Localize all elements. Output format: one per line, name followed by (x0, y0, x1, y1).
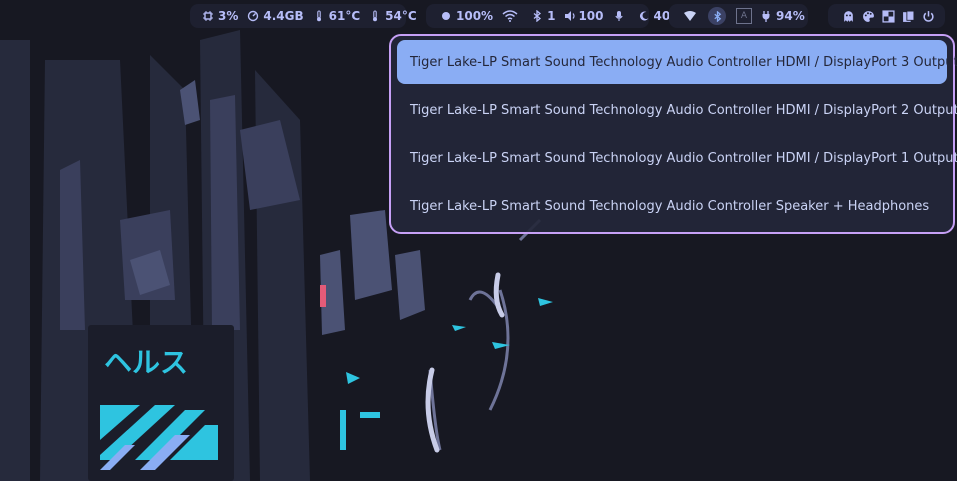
plug-icon (760, 10, 772, 22)
top-bar: 3% 4.4GB 61°C 54°C 100% 1 100 40 A 94% (0, 0, 957, 34)
microphone-module[interactable] (613, 10, 629, 22)
cpu-module[interactable]: 3% (202, 9, 238, 23)
checkerboard-icon[interactable] (880, 8, 896, 24)
thermometer-icon (313, 10, 325, 22)
mic-level-module[interactable]: 40 (638, 9, 671, 23)
wifi-signal-icon (683, 10, 697, 22)
speaker-icon (564, 10, 576, 22)
clipboard-icon[interactable] (900, 8, 916, 24)
bluetooth-count: 1 (547, 9, 556, 23)
ghost-icon[interactable] (840, 8, 856, 24)
audio-output-menu: Tiger Lake-LP Smart Sound Technology Aud… (389, 34, 957, 234)
audio-output-item[interactable]: Tiger Lake-LP Smart Sound Technology Aud… (397, 136, 957, 180)
bluetooth-module[interactable]: 1 (531, 9, 555, 23)
brightness-value: 100% (456, 9, 494, 23)
cpu-temp-module[interactable]: 61°C (313, 9, 361, 23)
media-group: 100% 1 100 40 (426, 4, 670, 28)
bluetooth-tray-icon (708, 7, 726, 25)
audio-output-item[interactable]: Tiger Lake-LP Smart Sound Technology Aud… (397, 184, 947, 228)
quick-actions-group (828, 4, 945, 28)
cpu-usage: 3% (218, 9, 239, 23)
gpu-temperature: 54°C (385, 9, 417, 23)
wifi-module[interactable] (502, 10, 522, 22)
cpu-icon (202, 10, 214, 22)
system-stats-group: 3% 4.4GB 61°C 54°C (190, 4, 417, 28)
battery-level: 94% (776, 9, 805, 23)
power-icon[interactable] (920, 8, 936, 24)
bluetooth-icon (531, 10, 543, 22)
brightness-icon (440, 10, 452, 22)
audio-output-item[interactable]: Tiger Lake-LP Smart Sound Technology Aud… (397, 40, 957, 84)
memory-usage: 4.4GB (263, 9, 304, 23)
moon-icon (638, 10, 650, 22)
volume-module[interactable]: 100 (564, 9, 604, 23)
tray-group: A 94% (669, 4, 808, 28)
gpu-temp-module[interactable]: 54°C (369, 9, 417, 23)
wifi-icon (502, 10, 518, 22)
network-module[interactable] (683, 10, 701, 22)
brightness-module[interactable]: 100% (440, 9, 493, 23)
battery-module[interactable]: 94% (760, 9, 805, 23)
memory-gauge-icon (247, 10, 259, 22)
volume-value: 100 (578, 9, 604, 23)
microphone-icon (613, 10, 625, 22)
cpu-temperature: 61°C (328, 9, 361, 23)
keyboard-layout-module[interactable]: A (736, 8, 752, 24)
keyboard-layout-indicator: A (736, 8, 752, 24)
audio-output-item[interactable]: Tiger Lake-LP Smart Sound Technology Aud… (397, 88, 957, 132)
bluetooth-tray-module[interactable] (708, 7, 730, 25)
wallpaper-sign-text: ヘルス (104, 346, 188, 379)
palette-icon[interactable] (860, 8, 876, 24)
thermometer-icon (369, 10, 381, 22)
memory-module[interactable]: 4.4GB (247, 9, 304, 23)
mic-level-value: 40 (653, 9, 671, 23)
